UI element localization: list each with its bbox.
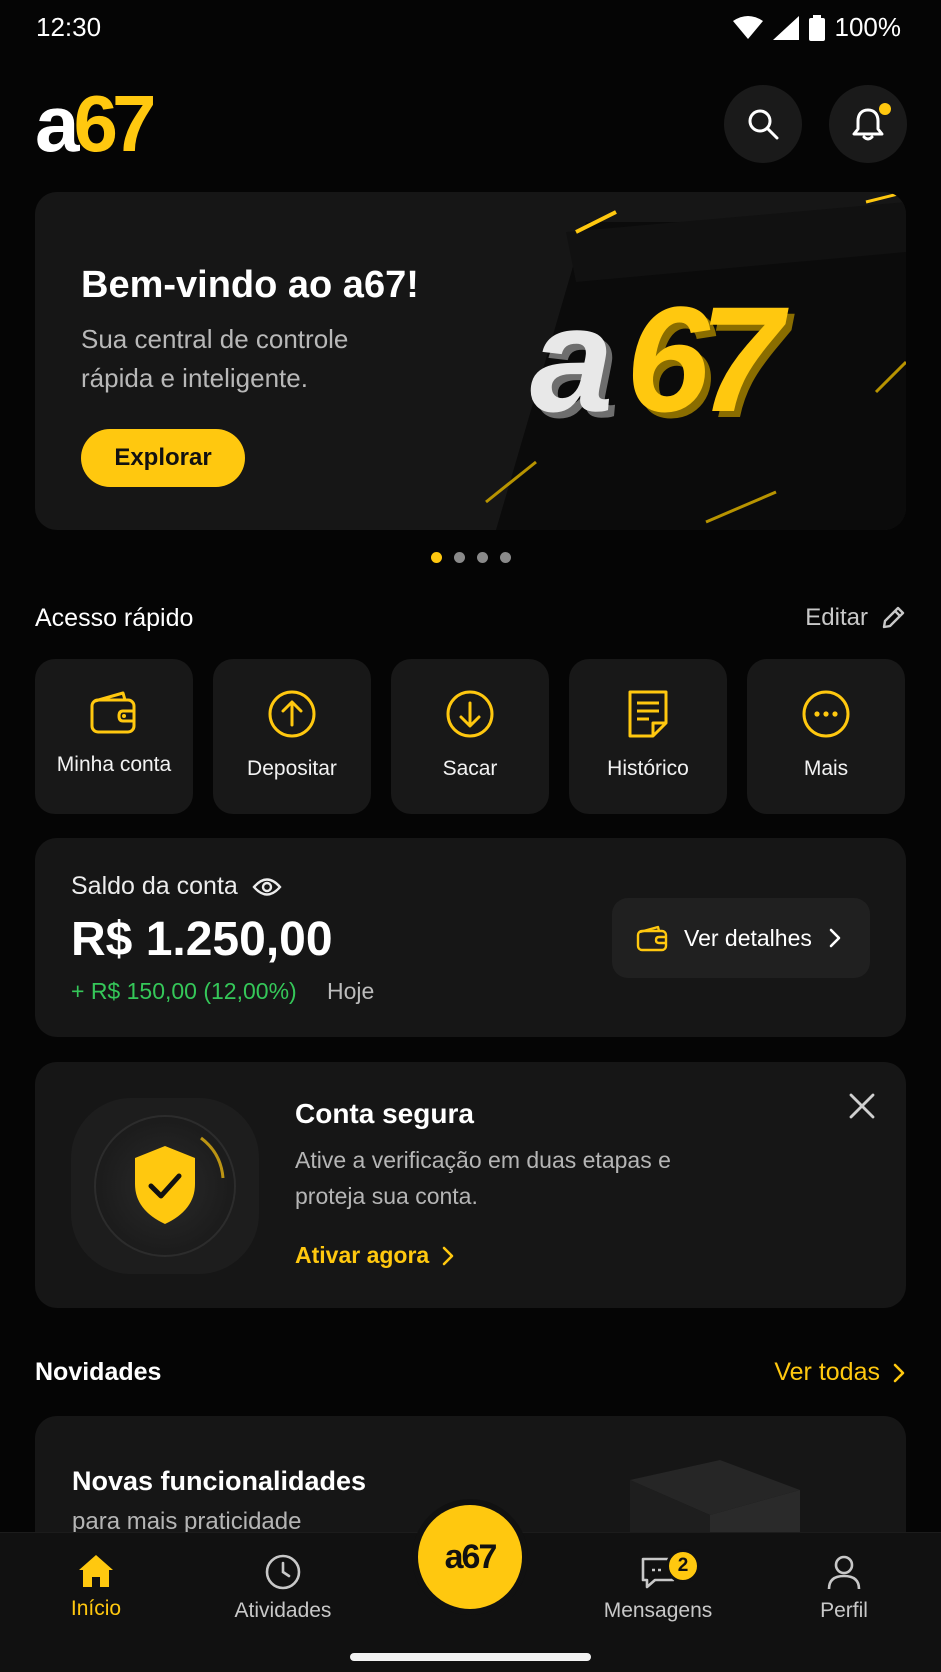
see-all-link[interactable]: Ver todas bbox=[774, 1358, 906, 1387]
view-details-button[interactable]: Ver detalhes bbox=[612, 898, 870, 978]
wallet-icon bbox=[636, 925, 668, 952]
nav-item-home[interactable]: Início bbox=[26, 1553, 166, 1621]
user-icon bbox=[827, 1555, 861, 1590]
arrow-up-circle-icon bbox=[268, 690, 316, 738]
news-section-title: Novidades bbox=[35, 1358, 162, 1386]
more-icon bbox=[802, 690, 850, 738]
shield-icon bbox=[71, 1098, 259, 1274]
search-button[interactable] bbox=[724, 85, 802, 163]
view-details-label: Ver detalhes bbox=[684, 924, 812, 951]
balance-label-row: Saldo da conta bbox=[71, 872, 282, 901]
quick-access-grid: Minha conta Depositar Sacar Histórico Ma… bbox=[35, 659, 906, 814]
quick-item-more[interactable]: Mais bbox=[747, 659, 905, 814]
welcome-banner[interactable]: a a 67 67 Bem-vindo ao a67! Sua central … bbox=[35, 192, 906, 530]
hero-subtitle: Sua central de controle rápida e intelig… bbox=[81, 324, 349, 393]
svg-text:67: 67 bbox=[626, 275, 789, 443]
security-card: Conta segura Ative a verificação em duas… bbox=[35, 1062, 906, 1308]
notification-dot bbox=[879, 103, 891, 115]
home-icon bbox=[79, 1555, 113, 1587]
clock-icon bbox=[265, 1554, 301, 1590]
quick-item-label: Depositar bbox=[247, 757, 337, 780]
carousel-dot[interactable] bbox=[430, 552, 442, 563]
signal-icon bbox=[772, 15, 799, 40]
center-a67-button[interactable]: a67 bbox=[418, 1505, 522, 1609]
chevron-right-icon bbox=[829, 928, 841, 948]
search-icon bbox=[748, 109, 779, 140]
nav-item-activities[interactable]: Atividades bbox=[213, 1553, 353, 1623]
nav-item-messages[interactable]: 2 Mensagens bbox=[588, 1549, 728, 1623]
carousel-dot[interactable] bbox=[453, 552, 465, 563]
nav-label: Início bbox=[70, 1597, 122, 1620]
carousel-dot[interactable] bbox=[476, 552, 488, 563]
battery-percent: 100% bbox=[834, 12, 902, 42]
edit-button[interactable]: Editar bbox=[805, 604, 906, 632]
activate-now-label: Ativar agora bbox=[295, 1242, 430, 1268]
balance-value: R$ 1.250,00 bbox=[71, 913, 333, 966]
status-icons: 100% bbox=[732, 12, 902, 43]
nav-item-profile[interactable]: Perfil bbox=[774, 1553, 914, 1623]
svg-text:a: a bbox=[530, 275, 610, 443]
arrow-down-circle-icon bbox=[446, 690, 494, 738]
quick-item-withdraw[interactable]: Sacar bbox=[391, 659, 549, 814]
close-icon[interactable] bbox=[848, 1092, 876, 1120]
edit-label: Editar bbox=[805, 604, 868, 631]
status-time: 12:30 bbox=[36, 12, 102, 42]
quick-item-label: Minha conta bbox=[56, 753, 172, 776]
nav-label: Atividades bbox=[234, 1599, 332, 1622]
balance-card: Saldo da conta R$ 1.250,00 + R$ 150,00 (… bbox=[35, 838, 906, 1037]
nav-label: Perfil bbox=[820, 1599, 868, 1622]
app-logo: a67 bbox=[35, 79, 156, 168]
eye-icon[interactable] bbox=[252, 876, 282, 898]
notifications-button[interactable] bbox=[829, 85, 907, 163]
status-bar: 12:30 100% bbox=[0, 0, 941, 56]
quick-access-title: Acesso rápido bbox=[35, 604, 194, 632]
wifi-icon bbox=[732, 15, 763, 39]
quick-item-history[interactable]: Histórico bbox=[569, 659, 727, 814]
document-icon bbox=[628, 690, 668, 738]
quick-item-label: Sacar bbox=[442, 757, 498, 780]
carousel-indicator[interactable] bbox=[0, 552, 941, 563]
wallet-icon bbox=[90, 691, 136, 734]
quick-item-label: Histórico bbox=[607, 757, 689, 780]
a67-logo-art: a a 67 67 bbox=[485, 192, 906, 530]
messages-badge: 2 bbox=[666, 1549, 700, 1583]
nav-label: Mensagens bbox=[603, 1599, 713, 1622]
news-card-title: Novas funcionalidades bbox=[72, 1466, 367, 1496]
security-title: Conta segura bbox=[295, 1098, 474, 1129]
see-all-label: Ver todas bbox=[774, 1358, 880, 1386]
balance-change: + R$ 150,00 (12,00%) bbox=[71, 978, 297, 1004]
chevron-right-icon bbox=[893, 1363, 905, 1382]
chevron-right-icon bbox=[442, 1246, 454, 1265]
carousel-dot[interactable] bbox=[499, 552, 511, 563]
activate-now-link[interactable]: Ativar agora bbox=[295, 1242, 455, 1269]
quick-item-deposit[interactable]: Depositar bbox=[213, 659, 371, 814]
quick-item-label: Mais bbox=[803, 757, 849, 780]
home-indicator[interactable] bbox=[350, 1653, 591, 1661]
balance-label: Saldo da conta bbox=[71, 872, 238, 900]
explore-button[interactable]: Explorar bbox=[81, 429, 245, 487]
battery-icon bbox=[808, 14, 825, 41]
pencil-icon bbox=[882, 606, 905, 629]
balance-period: Hoje bbox=[327, 978, 375, 1004]
hero-title: Bem-vindo ao a67! bbox=[81, 264, 419, 306]
quick-item-my-account[interactable]: Minha conta bbox=[35, 659, 193, 814]
security-subtitle: Ative a verificação em duas etapas e pro… bbox=[295, 1147, 671, 1209]
